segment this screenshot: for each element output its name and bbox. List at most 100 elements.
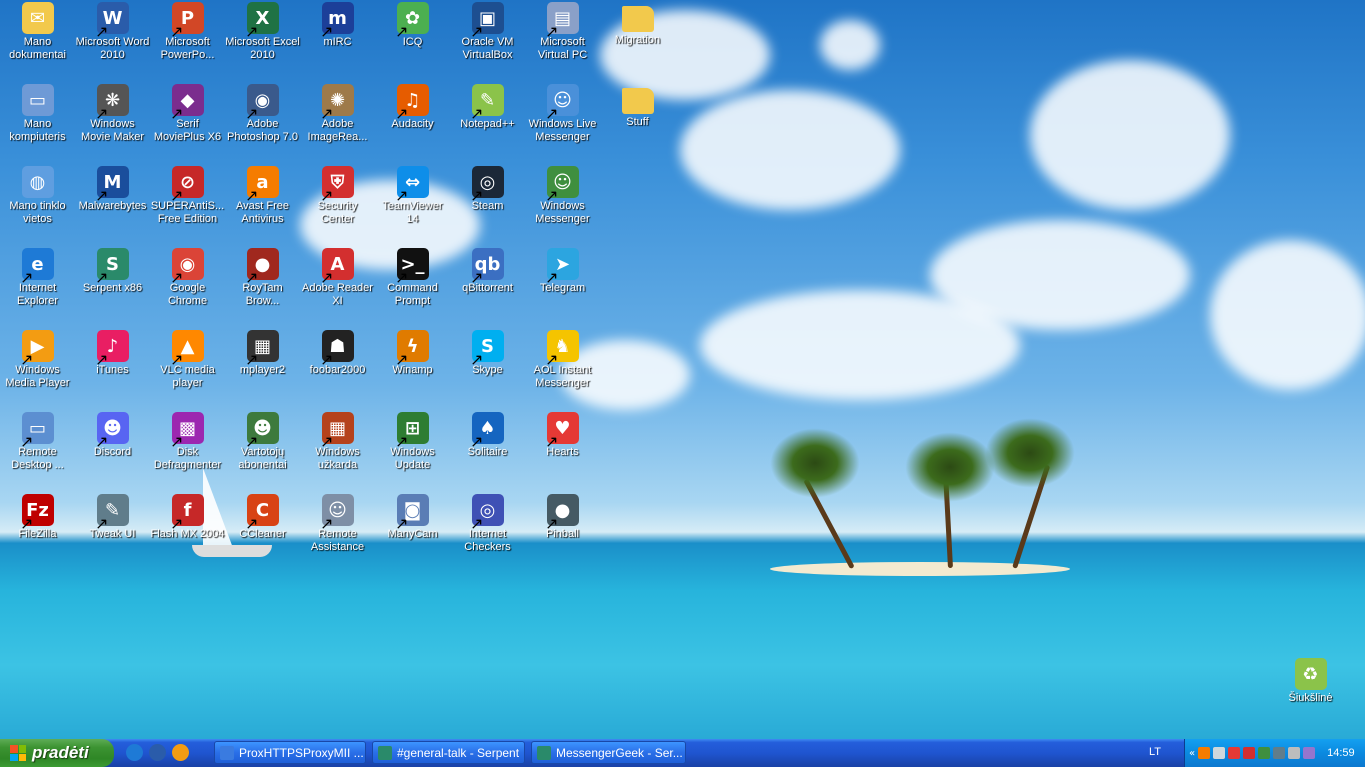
desktop-icon[interactable]: ♪ ↗ iTunes [75,328,150,410]
desktop-icon-label: ManyCam [387,528,438,540]
shortcut-arrow-icon: ↗ [170,268,184,287]
security-tray-icon[interactable] [1243,747,1256,759]
shortcut-arrow-icon: ↗ [470,104,484,123]
desktop-icon[interactable]: ⊞ ↗ Windows Update [375,410,450,492]
desktop-icon[interactable]: a ↗ Avast Free Antivirus [225,164,300,246]
desktop-icon-label: Windows Messenger [535,200,590,225]
desktop-icon[interactable]: ● ↗ RoyTam Brow... [225,246,300,328]
desktop-icon[interactable]: ☺ ↗ Remote Assistance [300,492,375,574]
desktop-icon[interactable]: ✺ ↗ Adobe ImageRea... [300,82,375,164]
desktop-icon[interactable]: ◙ ↗ ManyCam [375,492,450,574]
desktop-icon[interactable]: ▩ ↗ Disk Defragmenter [150,410,225,492]
desktop-icon[interactable]: ◍ Mano tinklo vietos [0,164,75,246]
folder-icon [621,6,654,32]
outlook-express-icon[interactable] [149,744,166,761]
shortcut-arrow-icon: ↗ [245,432,259,451]
taskbar-button[interactable]: MessengerGeek - Ser... [531,741,686,764]
desktop-icon[interactable]: ☻ ↗ Vartotojų abonentai [225,410,300,492]
desktop-icon[interactable]: ● ↗ Pinball [525,492,600,574]
shortcut-arrow-icon: ↗ [170,432,184,451]
pen-tray-icon[interactable] [1303,747,1316,759]
desktop-icon[interactable]: qb ↗ qBittorrent [450,246,525,328]
desktop-icon[interactable]: X ↗ Microsoft Excel 2010 [225,0,300,82]
network-tray-icon[interactable] [1213,747,1226,759]
desktop-icon[interactable]: Stuff [600,82,675,164]
desktop-icon[interactable]: ▣ ↗ Oracle VM VirtualBox [450,0,525,82]
desktop-icon[interactable]: ▦ ↗ Windows užkarda [300,410,375,492]
shortcut-arrow-icon: ↗ [20,514,34,533]
desktop-icon-label: Internet Checkers [464,528,511,553]
desktop-icon[interactable]: ☻ ↗ Discord [75,410,150,492]
shortcut-arrow-icon: ↗ [20,432,34,451]
desktop-icon[interactable]: S ↗ Serpent x86 [75,246,150,328]
shortcut-arrow-icon: ↗ [395,268,409,287]
desktop-icon[interactable]: ◎ ↗ Steam [450,164,525,246]
desktop-icon[interactable]: ♠ ↗ Solitaire [450,410,525,492]
desktop-icon[interactable]: ▲ ↗ VLC media player [150,328,225,410]
desktop-icon[interactable]: ✎ ↗ Tweak UI [75,492,150,574]
desktop-icon[interactable]: S ↗ Skype [450,328,525,410]
desktop-icon[interactable]: ♫ ↗ Audacity [375,82,450,164]
start-button[interactable]: pradėti [0,739,114,767]
volume-tray-icon[interactable] [1288,747,1301,759]
desktop-icon[interactable]: ❋ ↗ Windows Movie Maker [75,82,150,164]
desktop-icon[interactable]: A ↗ Adobe Reader XI [300,246,375,328]
desktop-icon-label: Pinball [545,528,580,540]
desktop-icon-label: Solitaire [467,446,508,458]
desktop-icon[interactable]: >_ ↗ Command Prompt [375,246,450,328]
desktop-icon[interactable]: ▦ ↗ mplayer2 [225,328,300,410]
taskbar-button[interactable]: #general-talk - Serpent [372,741,525,764]
desktop-icon[interactable]: ☗ ↗ foobar2000 [300,328,375,410]
desktop-icon-label: qBittorrent [462,282,513,294]
desktop-icon[interactable]: ▭ ↗ Remote Desktop ... [0,410,75,492]
desktop-icon[interactable]: ⛨ ↗ Security Center [300,164,375,246]
clock[interactable]: 14:59 [1327,747,1355,759]
desktop-icon[interactable]: Fz ↗ FileZilla [0,492,75,574]
desktop-icon[interactable]: ◎ ↗ Internet Checkers [450,492,525,574]
desktop-icon[interactable]: ▶ ↗ Windows Media Player [0,328,75,410]
desktop-icon[interactable]: ✎ ↗ Notepad++ [450,82,525,164]
media-player-icon[interactable] [172,744,189,761]
desktop-icon[interactable]: ▭ Mano kompiuteris [0,82,75,164]
network-warning-tray-icon[interactable] [1228,747,1241,759]
desktop-icon[interactable]: ✿ ↗ ICQ [375,0,450,82]
desktop-icon[interactable]: P ↗ Microsoft PowerPo... [150,0,225,82]
desktop-icon[interactable]: W ↗ Microsoft Word 2010 [75,0,150,82]
hardware-tray-icon[interactable] [1273,747,1286,759]
desktop-icon[interactable]: f ↗ Flash MX 2004 [150,492,225,574]
language-indicator[interactable]: LT [1149,746,1161,758]
desktop-icon[interactable]: ➤ ↗ Telegram [525,246,600,328]
desktop-icon[interactable]: ⊘ ↗ SUPERAntiS... Free Edition [150,164,225,246]
desktop-icon[interactable]: m ↗ mIRC [300,0,375,82]
desktop-icon[interactable]: ▤ ↗ Microsoft Virtual PC [525,0,600,82]
desktop-icon[interactable]: ♞ ↗ AOL Instant Messenger [525,328,600,410]
desktop-icon[interactable]: ☺ ↗ Windows Messenger [525,164,600,246]
desktop-icon-label: Windows Live Messenger [528,118,597,143]
avast-tray-icon[interactable] [1198,747,1211,759]
desktop-icon-label: Google Chrome [167,282,208,307]
desktop-icon[interactable]: ϟ ↗ Winamp [375,328,450,410]
desktop-icon[interactable]: ◉ ↗ Google Chrome [150,246,225,328]
desktop[interactable]: ✉ Mano dokumentai W ↗ Microsoft Word 2010 P ↗ M… [0,0,1365,739]
desktop-icon[interactable]: M ↗ Malwarebytes [75,164,150,246]
shortcut-arrow-icon: ↗ [545,104,559,123]
desktop-icon[interactable]: ♻ Šiukšlinė [1273,656,1348,738]
desktop-icon-label: Stuff [626,116,649,128]
desktop-icon-label: Mano kompiuteris [9,118,66,143]
taskbar-button[interactable]: ProxHTTPSProxyMII ... [214,741,366,764]
desktop-icon[interactable]: ✉ Mano dokumentai [0,0,75,82]
internet-explorer-icon[interactable] [126,744,143,761]
desktop-icon[interactable]: e ↗ Internet Explorer [0,246,75,328]
desktop-icon[interactable]: ♥ ↗ Hearts [525,410,600,492]
shortcut-arrow-icon: ↗ [95,186,109,205]
messenger-tray-icon[interactable] [1258,747,1271,759]
desktop-icon[interactable]: ☺ ↗ Windows Live Messenger [525,82,600,164]
desktop-icon[interactable]: C ↗ CCleaner [225,492,300,574]
desktop-icon[interactable]: ⇔ ↗ TeamViewer 14 [375,164,450,246]
desktop-icon[interactable]: Migration [600,0,675,82]
shortcut-arrow-icon: ↗ [95,268,109,287]
desktop-icon[interactable]: ◉ ↗ Adobe Photoshop 7.0 [225,82,300,164]
desktop-icon[interactable]: ◆ ↗ Serif MoviePlus X6 [150,82,225,164]
shortcut-arrow-icon: ↗ [545,268,559,287]
windows-logo-icon [10,745,26,761]
